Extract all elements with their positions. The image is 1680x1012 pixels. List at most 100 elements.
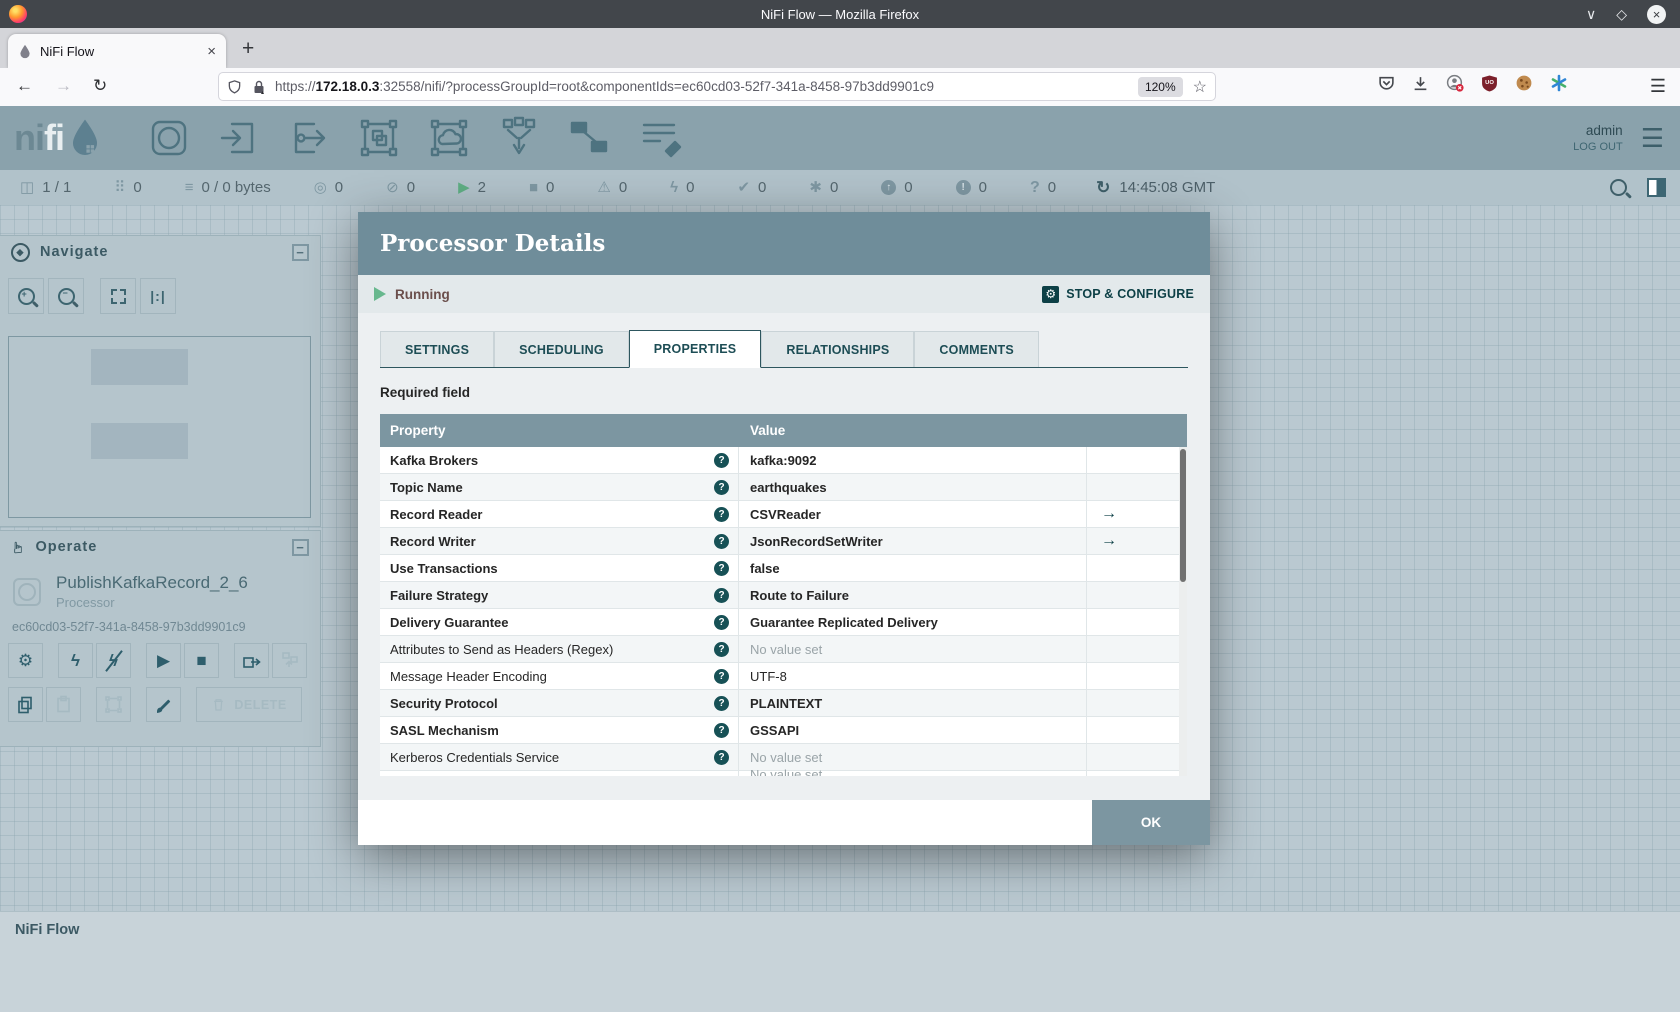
process-group-component-icon[interactable] [356, 115, 402, 161]
status-count: 0 [686, 179, 695, 196]
change-color-button[interactable] [146, 687, 181, 722]
back-button[interactable]: ← [16, 76, 33, 96]
download-icon[interactable] [1412, 75, 1429, 92]
property-row[interactable]: Kafka Brokers? kafka:9092 [380, 447, 1187, 474]
status-locally-modified-stale: ! 0 [955, 179, 987, 196]
property-name-cell: Use Transactions? [380, 555, 739, 581]
group-button[interactable] [96, 687, 131, 722]
status-stopped: ■ 0 [529, 179, 554, 196]
tab-scheduling[interactable]: SCHEDULING [494, 331, 629, 367]
property-value: GSSAPI [739, 717, 1087, 743]
label-component-icon[interactable] [636, 115, 682, 161]
goto-service-icon[interactable]: → [1101, 505, 1117, 523]
ublock-icon[interactable]: UO [1481, 75, 1498, 92]
refresh-icon[interactable]: ↻ [1096, 178, 1110, 198]
url-bar[interactable]: https://172.18.0.3:32558/nifi/?processGr… [218, 72, 1216, 101]
upload-template-button[interactable] [272, 643, 307, 678]
extension-asterisk-icon[interactable] [1550, 74, 1568, 92]
enable-button[interactable]: ϟ [58, 643, 93, 678]
delete-button[interactable]: DELETE [196, 687, 302, 722]
operate-collapse-button[interactable]: − [292, 538, 309, 556]
property-row[interactable]: SASL Mechanism? GSSAPI [380, 717, 1187, 744]
goto-cell[interactable]: → [1087, 501, 1187, 527]
account-icon[interactable] [1446, 74, 1464, 92]
zoom-in-button[interactable]: + [8, 278, 44, 314]
tab-properties[interactable]: PROPERTIES [628, 330, 762, 368]
status-count: 0 / 0 bytes [201, 179, 271, 196]
property-row[interactable]: ?No value set [380, 767, 1187, 776]
pocket-icon[interactable] [1378, 75, 1395, 92]
stop-button[interactable]: ■ [184, 643, 219, 678]
property-row[interactable]: Record Reader? CSVReader → [380, 501, 1187, 528]
tab-close-icon[interactable]: × [207, 43, 216, 60]
help-icon: ? [714, 480, 729, 495]
property-row[interactable]: Use Transactions? false [380, 555, 1187, 582]
window-maximize-button[interactable]: ◇ [1616, 7, 1627, 21]
zoom-fit-button[interactable] [100, 278, 136, 314]
tab-comments[interactable]: COMMENTS [914, 331, 1039, 367]
lock-warning-icon[interactable] [251, 79, 267, 95]
processor-component-icon[interactable] [146, 115, 192, 161]
paste-button[interactable] [46, 687, 81, 722]
page-zoom-indicator[interactable]: 120% [1137, 76, 1183, 97]
search-icon[interactable] [1610, 179, 1627, 196]
actual-size-button[interactable]: |:| [140, 278, 176, 314]
browser-menu-icon[interactable]: ☰ [1650, 76, 1666, 97]
goto-service-icon[interactable]: → [1101, 532, 1117, 550]
property-row[interactable]: Security Protocol? PLAINTEXT [380, 690, 1187, 717]
property-row[interactable]: Record Writer? JsonRecordSetWriter → [380, 528, 1187, 555]
logout-link[interactable]: LOG OUT [1573, 141, 1623, 153]
ok-button[interactable]: OK [1092, 800, 1210, 845]
reload-button[interactable]: ↻ [93, 76, 107, 96]
window-close-button[interactable]: × [1647, 4, 1666, 24]
cookie-icon[interactable] [1515, 74, 1533, 92]
input-port-component-icon[interactable] [216, 115, 262, 161]
copy-button[interactable] [8, 687, 43, 722]
help-icon: ? [714, 561, 729, 576]
nifi-logo: ni fi [14, 117, 102, 159]
property-name-cell: Kerberos Credentials Service? [380, 744, 739, 770]
property-row[interactable]: Attributes to Send as Headers (Regex)? No… [380, 636, 1187, 663]
navigate-collapse-button[interactable]: − [292, 243, 309, 261]
configure-button[interactable]: ⚙ [8, 643, 43, 678]
birdseye-minimap[interactable] [8, 336, 311, 518]
property-value: JsonRecordSetWriter [739, 528, 1087, 554]
property-name-cell: Topic Name? [380, 474, 739, 500]
zoom-out-button[interactable]: − [48, 278, 84, 314]
bookmark-star-icon[interactable]: ☆ [1193, 77, 1207, 97]
property-name-cell: Kafka Brokers? [380, 447, 739, 473]
property-row[interactable]: Delivery Guarantee? Guarantee Replicated … [380, 609, 1187, 636]
new-tab-button[interactable]: + [242, 37, 254, 61]
status-up-to-date: ✔ 0 [737, 179, 766, 196]
url-text[interactable]: https://172.18.0.3:32558/nifi/?processGr… [275, 79, 1138, 94]
breadcrumb[interactable]: NiFi Flow [15, 922, 79, 938]
help-icon: ? [714, 696, 729, 711]
settings-panel-icon[interactable] [1647, 178, 1666, 197]
tab-settings[interactable]: SETTINGS [380, 331, 495, 367]
tab-relationships[interactable]: RELATIONSHIPS [761, 331, 915, 367]
table-scrollbar[interactable] [1179, 447, 1187, 776]
window-minimize-button[interactable]: ∨ [1586, 7, 1596, 21]
property-row[interactable]: Failure Strategy? Route to Failure [380, 582, 1187, 609]
output-port-component-icon[interactable] [286, 115, 332, 161]
tracking-shield-icon[interactable] [227, 79, 242, 95]
disable-button[interactable]: ϟ [96, 643, 131, 678]
scrollbar-thumb[interactable] [1180, 449, 1186, 582]
funnel-component-icon[interactable] [496, 115, 542, 161]
browser-tab[interactable]: NiFi Flow × [8, 34, 226, 68]
property-value: No value set [739, 636, 1087, 662]
goto-cell[interactable]: → [1087, 528, 1187, 554]
status-running: ▶ 2 [458, 179, 486, 196]
global-menu-icon[interactable]: ☰ [1641, 123, 1664, 154]
property-value: CSVReader [739, 501, 1087, 527]
save-template-button[interactable] [234, 643, 269, 678]
forward-button[interactable]: → [55, 76, 72, 96]
template-component-icon[interactable] [566, 115, 612, 161]
property-row[interactable]: Message Header Encoding? UTF-8 [380, 663, 1187, 690]
start-button[interactable]: ▶ [146, 643, 181, 678]
transmitting-icon: ◎ [313, 179, 327, 196]
stop-and-configure-button[interactable]: ⚙ STOP & CONFIGURE [1042, 285, 1194, 303]
remote-process-group-component-icon[interactable] [426, 115, 472, 161]
invalid-icon: ⚠ [597, 179, 611, 196]
property-row[interactable]: Topic Name? earthquakes [380, 474, 1187, 501]
